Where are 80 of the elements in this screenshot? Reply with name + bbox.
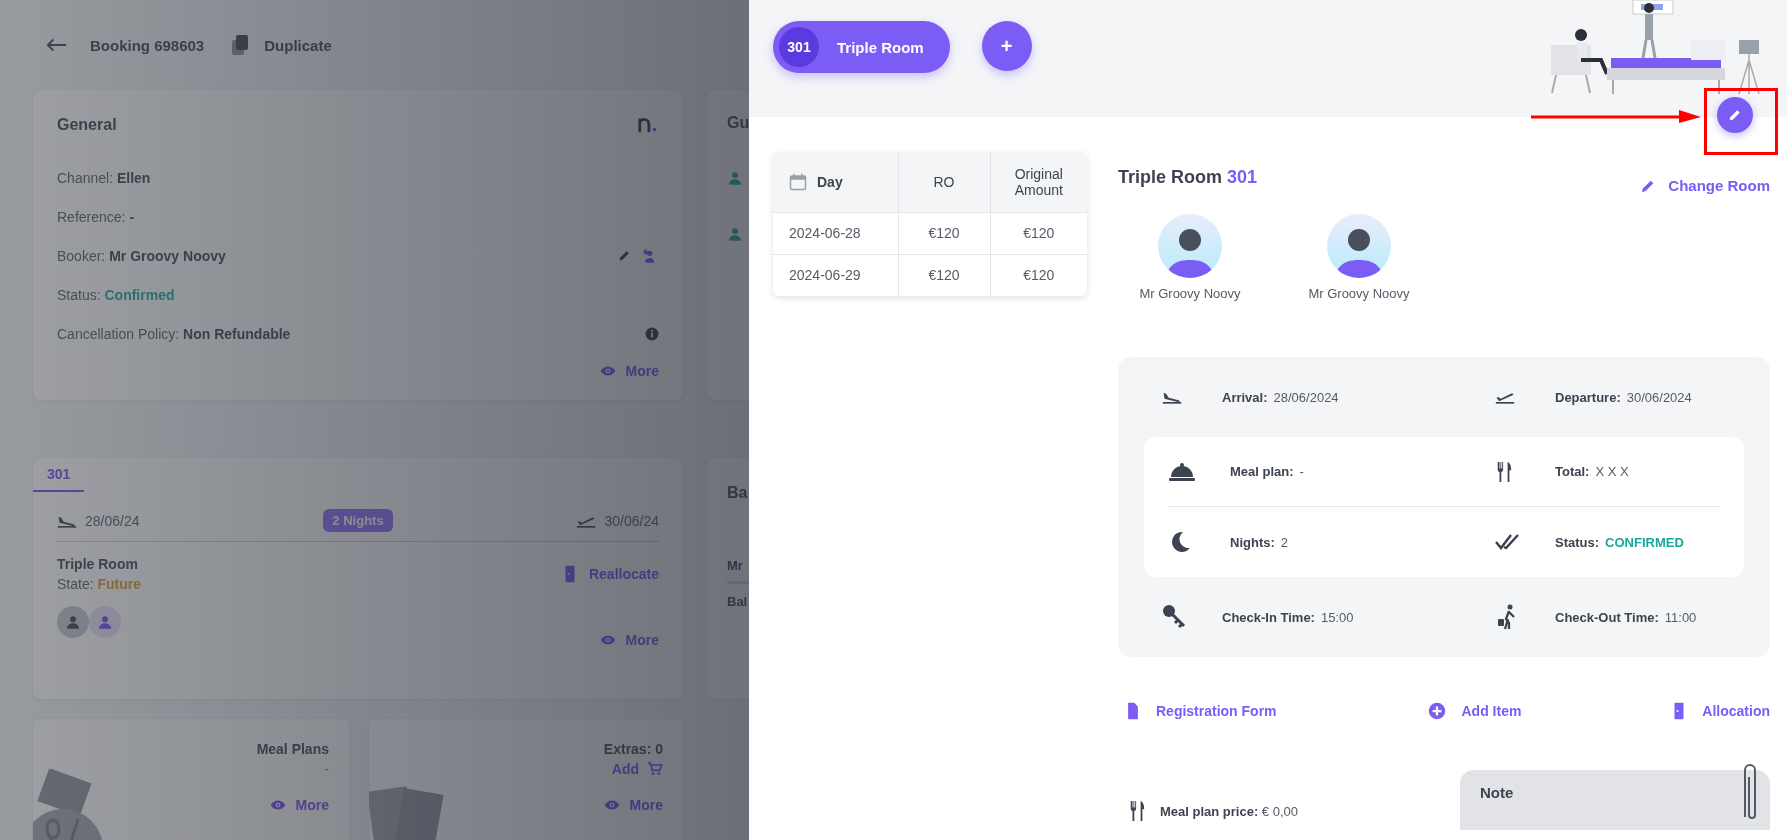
back-arrow-icon	[46, 37, 68, 53]
guest-name: Mr Groovy Noovy	[1308, 286, 1410, 301]
cutlery-icon	[1128, 800, 1146, 822]
detail-text: Status: CONFIRMED	[1555, 534, 1684, 550]
more-link[interactable]: More	[269, 797, 329, 813]
action-link[interactable]: Allocation	[1672, 702, 1770, 720]
add-extra-button[interactable]: Add	[611, 761, 663, 777]
avatar	[1158, 214, 1222, 278]
more-link[interactable]: More	[599, 632, 659, 648]
field-text: Reference: -	[57, 208, 135, 225]
column-header: Original Amount	[990, 152, 1087, 212]
person-icon	[97, 614, 113, 630]
card-title: General	[57, 116, 117, 134]
table-cell: €120	[990, 212, 1087, 254]
card-title: Gu	[727, 114, 749, 132]
edit-icon	[618, 249, 631, 262]
detail-text: Total: X X X	[1555, 464, 1629, 479]
meal-plan-price: Meal plan price: € 0,00	[1160, 803, 1298, 819]
detail-text: Nights: 2	[1230, 534, 1288, 550]
field-text: Channel: Ellen	[57, 169, 151, 186]
field-text: Booker: Mr Groovy Noovy	[57, 247, 226, 264]
eye-icon	[603, 799, 620, 811]
arrival-date: 28/06/24	[85, 512, 140, 529]
table-cell: 2024-06-29	[773, 254, 898, 296]
departure-date: 30/06/24	[604, 512, 659, 529]
column-header: RO	[898, 152, 990, 212]
info-icon	[645, 326, 659, 341]
detail-text: Check-Out Time: 11:00	[1555, 609, 1697, 625]
change-room-button[interactable]: Change Room	[1640, 177, 1770, 194]
table-cell: €120	[898, 254, 990, 296]
room-tab[interactable]: 301	[33, 458, 85, 492]
field-text: Status: Confirmed	[57, 286, 175, 303]
field-text: Cancellation Policy: Non Refundable	[57, 325, 291, 342]
double-check-icon	[1495, 533, 1521, 551]
person-icon	[727, 226, 743, 242]
edit-button[interactable]	[1717, 97, 1753, 133]
more-link[interactable]: More	[599, 363, 659, 379]
card-title: Meal Plans	[256, 741, 329, 757]
cloche-icon	[1168, 460, 1196, 483]
eye-icon	[599, 365, 616, 377]
card-title: Ba	[727, 484, 749, 502]
more-link[interactable]: More	[603, 797, 663, 813]
table-cell: €120	[898, 212, 990, 254]
card-title: Extras: 0	[603, 741, 663, 757]
cart-icon	[647, 761, 663, 777]
guest-name: Mr Groovy Noovy	[1139, 286, 1241, 301]
back-button[interactable]	[46, 37, 68, 53]
person-icon	[727, 170, 743, 186]
action-link[interactable]: Registration Form	[1126, 702, 1277, 720]
nights-badge: 2 Nights	[323, 509, 393, 532]
door-icon	[1672, 702, 1687, 720]
meal-plan-value: -	[324, 761, 329, 777]
detail-text: Arrival: 28/06/2024	[1222, 389, 1339, 405]
reallocate-button[interactable]: Reallocate	[562, 565, 659, 583]
detail-text: Meal plan: -	[1230, 464, 1304, 479]
pencil-icon	[1728, 108, 1742, 122]
column-label: Day	[817, 173, 843, 190]
copy-icon	[230, 34, 251, 56]
detail-text: Departure: 30/06/2024	[1555, 389, 1692, 405]
plus-circle-icon	[1427, 702, 1446, 720]
balance-row-text: Bal	[727, 594, 749, 611]
eye-icon	[269, 799, 286, 811]
room-pill-button[interactable]: 301 Triple Room	[773, 21, 950, 73]
duplicate-button[interactable]: Duplicate	[230, 34, 332, 56]
document-icon	[1126, 702, 1140, 720]
add-room-button[interactable]: +	[981, 21, 1032, 71]
key-icon	[1162, 604, 1186, 630]
person-icon	[65, 614, 81, 630]
eye-icon	[599, 634, 616, 646]
note-title: Note	[1480, 784, 1514, 801]
calendar-icon	[789, 171, 807, 192]
booking-title: Booking 698603	[90, 36, 205, 54]
detail-text: Check-In Time: 15:00	[1222, 609, 1354, 625]
room-title: Triple Room 301	[1118, 167, 1258, 188]
table-cell: 2024-06-28	[773, 212, 898, 254]
room-state: State: Future	[57, 576, 142, 592]
action-link[interactable]: Add Item	[1427, 702, 1522, 720]
table-cell: €120	[990, 254, 1087, 296]
room-name: Triple Room	[57, 556, 139, 572]
avatar	[1327, 214, 1391, 278]
